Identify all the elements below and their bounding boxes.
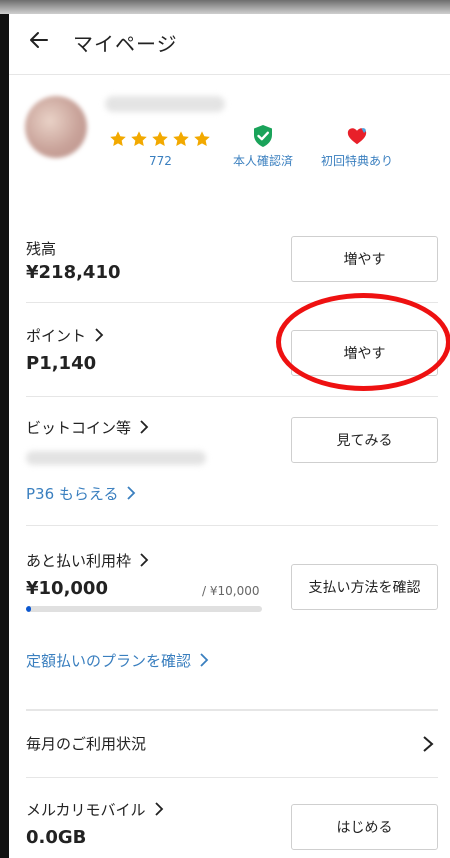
first-time-bonus-badge[interactable]: 初回特典あり [321,124,393,169]
deferred-progress-bar [26,606,262,612]
mobile-label-text: メルカリモバイル [26,801,146,819]
chevron-right-icon [423,736,434,752]
verified-badge[interactable]: 本人確認済 [233,124,293,169]
monthly-usage-label: 毎月のご利用状況 [26,735,147,753]
star-icon [152,131,168,147]
header: マイページ [9,14,450,75]
profile-section: 772 本人確認済 初回特典あり [9,74,450,204]
start-mobile-button[interactable]: はじめる [291,804,438,850]
bitcoin-promo-link[interactable]: P36 もらえる [26,483,136,504]
rating-count[interactable]: 772 [149,154,172,168]
my-page: マイページ 772 本人確認済 初回特典あり 残高 ¥218,410 増やす ポ… [9,14,450,858]
fixed-payment-plan-text: 定額払いのプランを確認 [26,652,192,670]
mercari-mobile-row: メルカリモバイル 0.0GB はじめる [26,777,438,858]
deferred-limit: / ¥10,000 [202,584,260,598]
chevron-right-icon [140,420,149,434]
chevron-right-icon [95,328,104,342]
star-icon [173,131,189,147]
chevron-right-icon [200,653,209,667]
shield-check-icon [254,125,272,147]
star-icon [194,131,210,147]
bitcoin-row: ビットコイン等 P36 もらえる 見てみる [26,397,438,526]
arrow-left-icon[interactable] [27,28,51,52]
points-label[interactable]: ポイント [26,325,104,346]
chevron-right-icon [127,486,136,500]
deferred-label[interactable]: あと払い利用枠 [26,550,149,571]
star-icon [131,131,147,147]
balance-value: ¥218,410 [26,262,121,283]
bitcoin-label[interactable]: ビットコイン等 [26,417,149,438]
balance-row: 残高 ¥218,410 増やす [26,230,438,303]
chevron-right-icon [154,802,163,816]
fixed-payment-plan-link[interactable]: 定額払いのプランを確認 [26,650,209,671]
username-blurred [105,96,225,112]
chevron-right-icon [140,553,149,567]
deferred-label-text: あと払い利用枠 [26,552,132,570]
mobile-label[interactable]: メルカリモバイル [26,799,164,820]
highlight-annotation [276,293,450,391]
heart-icon [347,128,367,145]
points-value: P1,140 [26,353,97,374]
view-crypto-button[interactable]: 見てみる [291,417,438,463]
rating-stars[interactable] [109,130,211,148]
monthly-usage-row[interactable]: 毎月のご利用状況 [26,710,438,778]
balance-label: 残高 [26,240,57,258]
bitcoin-promo-text: P36 もらえる [26,485,119,503]
deferred-payment-row: あと払い利用枠 ¥10,000 / ¥10,000 支払い方法を確認 定額払いの… [26,526,438,710]
page-title: マイページ [73,32,178,56]
status-bar-shade [0,0,450,14]
points-label-text: ポイント [26,327,87,345]
verified-label: 本人確認済 [233,154,294,168]
star-icon [110,131,126,147]
mobile-value: 0.0GB [26,827,87,848]
add-balance-button[interactable]: 増やす [291,236,438,282]
avatar[interactable] [25,96,87,158]
deferred-progress-fill [26,606,31,612]
screen-edge [0,0,9,858]
check-payment-method-button[interactable]: 支払い方法を確認 [291,564,438,610]
first-time-bonus-label: 初回特典あり [321,154,394,168]
deferred-value: ¥10,000 [26,578,108,599]
bitcoin-value-blurred [26,451,206,465]
bitcoin-label-text: ビットコイン等 [26,419,132,437]
